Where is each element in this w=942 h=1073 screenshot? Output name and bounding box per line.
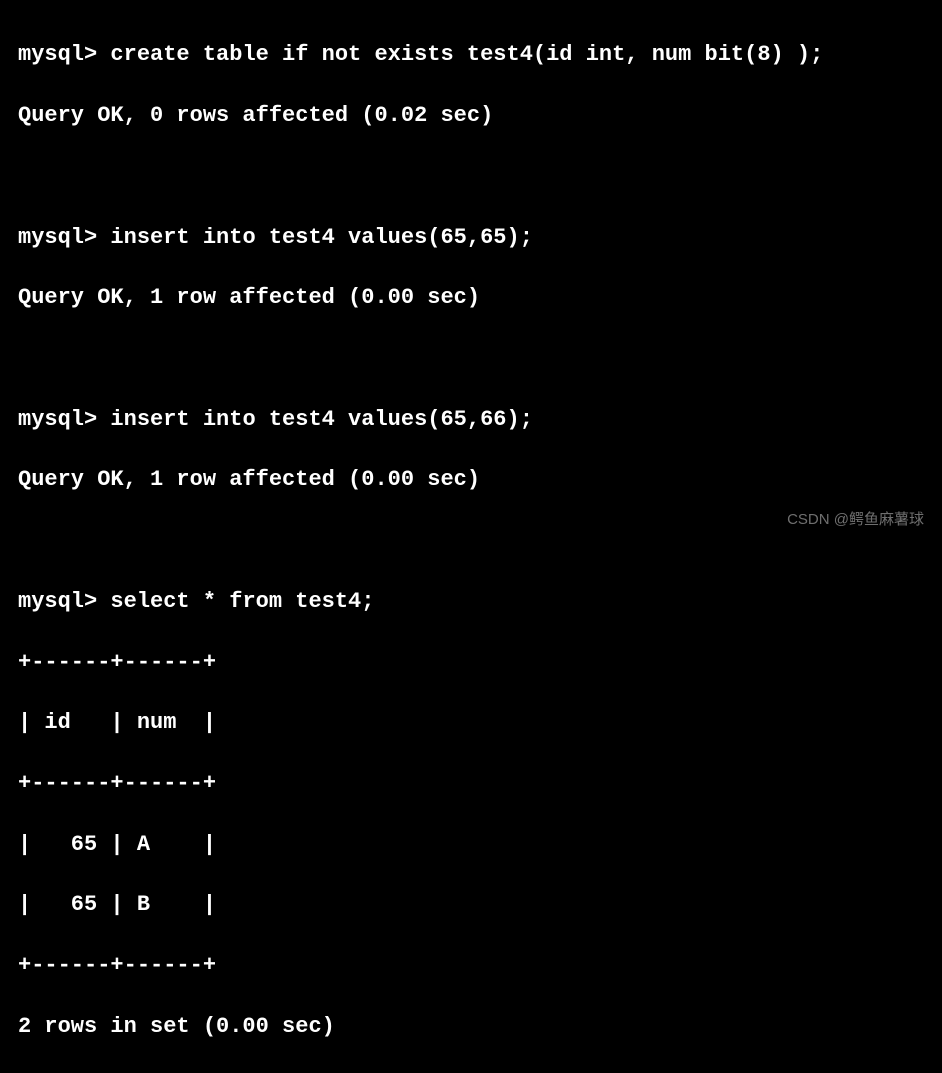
mysql-prompt: mysql> (18, 407, 110, 432)
table-row: | 65 | B | (18, 890, 924, 920)
table-border: +------+------+ (18, 648, 924, 678)
watermark-text: CSDN @鳄鱼麻薯球 (787, 510, 924, 531)
mysql-prompt: mysql> (18, 589, 110, 614)
result-line: Query OK, 1 row affected (0.00 sec) (18, 283, 924, 313)
table-header: | id | num | (18, 708, 924, 738)
table-border: +------+------+ (18, 951, 924, 981)
command-line: mysql> create table if not exists test4(… (18, 40, 924, 70)
command-line: mysql> select * from test4; (18, 587, 924, 617)
command-line: mysql> insert into test4 values(65,66); (18, 405, 924, 435)
mysql-prompt: mysql> (18, 42, 110, 67)
table-row: | 65 | A | (18, 830, 924, 860)
mysql-prompt: mysql> (18, 225, 110, 250)
blank-line (18, 344, 924, 374)
command-line: mysql> insert into test4 values(65,65); (18, 223, 924, 253)
terminal-output[interactable]: mysql> create table if not exists test4(… (18, 10, 924, 1073)
result-footer: 2 rows in set (0.00 sec) (18, 1012, 924, 1042)
blank-line (18, 162, 924, 192)
sql-command: select * from test4; (110, 589, 374, 614)
sql-command: insert into test4 values(65,66); (110, 407, 532, 432)
sql-command: insert into test4 values(65,65); (110, 225, 532, 250)
result-line: Query OK, 0 rows affected (0.02 sec) (18, 101, 924, 131)
sql-command: create table if not exists test4(id int,… (110, 42, 823, 67)
table-border: +------+------+ (18, 769, 924, 799)
result-line: Query OK, 1 row affected (0.00 sec) (18, 465, 924, 495)
